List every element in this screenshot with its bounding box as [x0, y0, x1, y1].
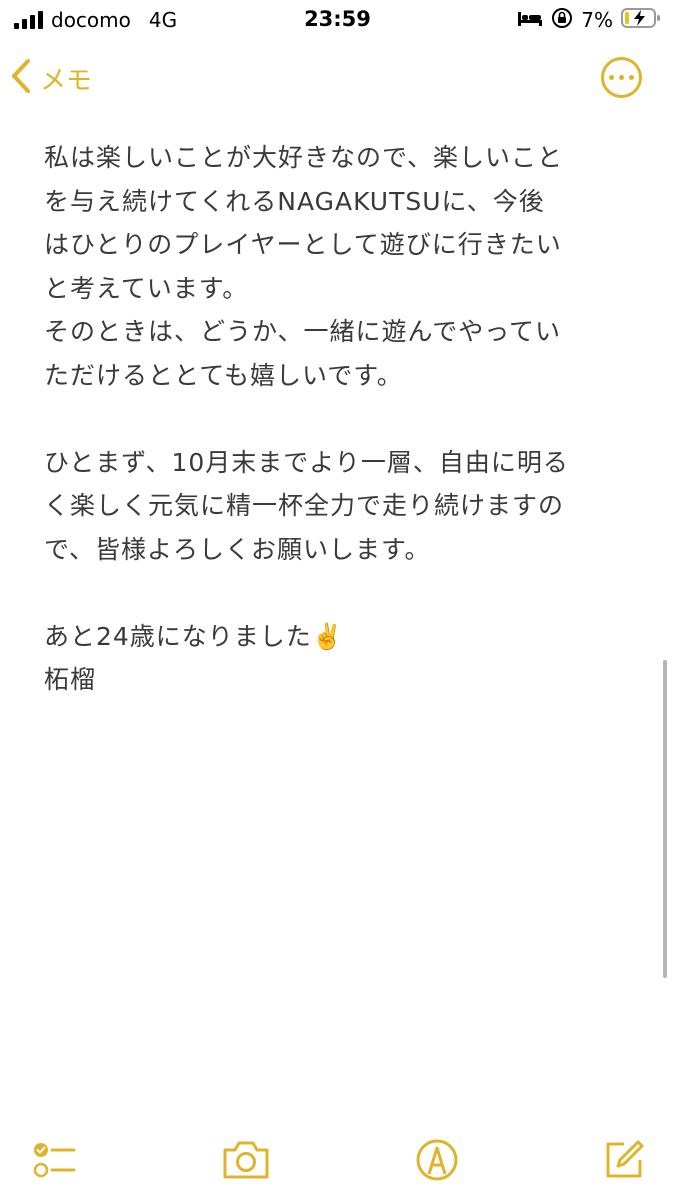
note-line: そのときは、どうか、一緒に遊んでやってい	[44, 317, 562, 346]
note-line: はひとりのプレイヤーとして遊びに行きたい	[44, 230, 562, 259]
note-body[interactable]: 私は楽しいことが大好きなので、楽しいこと を与え続けてくれるNAGAKUTSUに…	[44, 136, 644, 702]
chevron-left-icon	[10, 58, 32, 98]
note-line: で、皆様よろしくお願いします。	[44, 534, 431, 564]
more-dot-icon	[619, 75, 624, 80]
more-options-button[interactable]	[601, 57, 642, 98]
note-line: ただけるととても嬉しいです。	[44, 360, 403, 390]
markup-button[interactable]	[413, 1136, 461, 1184]
note-line: と考えています。	[44, 273, 249, 303]
note-line: を与え続けてくれるNAGAKUTSUに、今後	[44, 186, 545, 216]
checklist-button[interactable]	[30, 1136, 78, 1184]
camera-icon	[221, 1138, 271, 1182]
note-blank-line	[44, 571, 644, 615]
compose-button[interactable]	[600, 1136, 648, 1184]
back-button-label: メモ	[40, 65, 93, 96]
compose-icon	[602, 1138, 646, 1182]
note-line: 私は楽しいことが大好きなので、楽しいこと	[44, 143, 564, 172]
status-right: 7%	[517, 7, 661, 33]
camera-button[interactable]	[222, 1136, 270, 1184]
orientation-lock-icon	[551, 7, 573, 33]
note-blank-line	[44, 397, 644, 441]
navigation-bar: メモ	[0, 44, 675, 108]
scroll-indicator[interactable]	[663, 660, 667, 978]
sleep-mode-icon	[517, 9, 543, 31]
note-signature: 柘榴	[44, 665, 97, 694]
more-dot-icon	[609, 75, 614, 80]
markup-icon	[415, 1138, 459, 1182]
note-line: く楽しく元気に精一杯全力で走り続けますの	[44, 491, 565, 520]
battery-charging-icon	[621, 7, 661, 33]
checklist-icon	[30, 1136, 78, 1184]
more-dot-icon	[629, 75, 634, 80]
back-button[interactable]: メモ	[10, 58, 92, 98]
battery-percentage: 7%	[581, 8, 613, 32]
bottom-toolbar	[0, 1128, 675, 1188]
note-line: あと24歳になりました✌️	[44, 621, 344, 651]
note-line: ひとまず、10月末までより一層、自由に明る	[44, 447, 569, 477]
status-bar: docomo 4G 23:59 7%	[0, 0, 675, 44]
